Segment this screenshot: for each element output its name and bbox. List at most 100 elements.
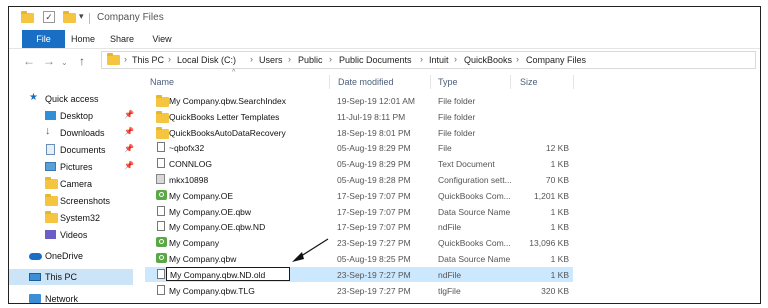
- sidebar-item-onedrive[interactable]: OneDrive: [9, 248, 133, 264]
- file-type: QuickBooks Com...: [438, 238, 511, 249]
- breadcrumb-company-files[interactable]: Company Files: [526, 55, 586, 65]
- chevron-right-icon: ›: [168, 54, 171, 64]
- navigation-bar: ← → ⌄ ↑ › This PC › Local Disk (C:) › Us…: [9, 51, 760, 71]
- documents-icon: [46, 144, 55, 155]
- file-type: Text Document: [438, 159, 495, 170]
- pin-icon[interactable]: 📌: [124, 161, 134, 170]
- tab-home[interactable]: Home: [65, 30, 101, 48]
- sidebar-item-label: Videos: [60, 230, 88, 240]
- breadcrumb-local-disk[interactable]: Local Disk (C:): [177, 55, 236, 65]
- tab-view[interactable]: View: [143, 30, 181, 48]
- file-size: 1 KB: [550, 159, 569, 170]
- up-arrow-icon[interactable]: ↑: [79, 54, 85, 68]
- file-date: 05-Aug-19 8:28 PM: [337, 175, 411, 185]
- breadcrumb-intuit[interactable]: Intuit: [429, 55, 449, 65]
- file-type: ndFile: [438, 222, 462, 233]
- folder-icon: [45, 177, 58, 189]
- column-header-type[interactable]: Type: [438, 77, 458, 87]
- pin-icon[interactable]: 📌: [124, 127, 134, 136]
- file-date: 11-Jul-19 8:11 PM: [337, 111, 406, 122]
- sidebar-item-label: Screenshots: [60, 196, 111, 206]
- column-header-size[interactable]: Size: [520, 77, 538, 87]
- column-divider[interactable]: [510, 75, 511, 89]
- file-date: 05-Aug-19 8:25 PM: [337, 254, 411, 264]
- sidebar-item-this-pc[interactable]: This PC: [9, 269, 133, 285]
- pin-icon[interactable]: 📌: [124, 110, 134, 119]
- file-type: Data Source Name: [438, 254, 511, 264]
- file-date: 23-Sep-19 7:27 PM: [337, 285, 411, 296]
- sidebar-item-quick-access[interactable]: ★ Quick access: [9, 91, 133, 107]
- folder-icon: [107, 53, 120, 67]
- file-date: 18-Sep-19 8:01 PM: [337, 127, 411, 138]
- file-date: 05-Aug-19 8:29 PM: [337, 159, 411, 170]
- file-size: 1 KB: [550, 206, 569, 217]
- tab-share[interactable]: Share: [101, 30, 143, 48]
- annotation-arrow: [292, 238, 329, 262]
- breadcrumb-public[interactable]: Public: [298, 55, 323, 65]
- folder-icon: [45, 194, 58, 206]
- download-icon: ↓: [45, 125, 51, 137]
- address-bar[interactable]: › This PC › Local Disk (C:) › Users › Pu…: [101, 51, 756, 69]
- sidebar-item-label: OneDrive: [45, 251, 84, 261]
- chevron-right-icon: ›: [454, 54, 457, 64]
- title-bar: ✓ ▾ Company Files: [9, 7, 760, 30]
- file-type: File folder: [438, 111, 476, 122]
- file-date: 17-Sep-19 7:07 PM: [337, 222, 411, 233]
- file-date: 19-Sep-19 12:01 AM: [337, 96, 415, 106]
- column-divider[interactable]: [573, 75, 574, 89]
- breadcrumb-users[interactable]: Users: [259, 55, 283, 65]
- column-divider[interactable]: [430, 75, 431, 89]
- chevron-down-icon[interactable]: ⌄: [61, 56, 68, 70]
- file-type: Configuration sett...: [438, 175, 512, 185]
- breadcrumb-this-pc[interactable]: This PC: [132, 55, 164, 65]
- file-type: File: [438, 143, 452, 154]
- sidebar-item-pictures[interactable]: Pictures 📌: [9, 159, 134, 175]
- folder-icon: [21, 11, 34, 25]
- sidebar-item-network[interactable]: Network: [9, 291, 133, 303]
- sidebar-item-label: Quick access: [45, 94, 99, 104]
- column-header-date[interactable]: Date modified: [338, 77, 394, 87]
- sidebar-item-label: Downloads: [60, 128, 105, 138]
- breadcrumb-public-documents[interactable]: Public Documents: [339, 55, 412, 65]
- sidebar-item-system32[interactable]: System32: [9, 210, 133, 226]
- file-date: 17-Sep-19 7:07 PM: [337, 206, 411, 217]
- file-date: 05-Aug-19 8:29 PM: [337, 143, 411, 154]
- sidebar-item-label: Documents: [60, 145, 106, 155]
- sidebar-item-label: This PC: [45, 272, 78, 282]
- file-type: ndFile: [438, 269, 462, 280]
- chevron-right-icon: ›: [250, 54, 253, 64]
- chevron-right-icon: ›: [516, 54, 519, 64]
- navigation-pane: ★ Quick access Desktop 📌 ↓ Downloads 📌 D…: [9, 71, 137, 303]
- tab-file[interactable]: File: [22, 30, 65, 48]
- file-size: 1,201 KB: [534, 190, 569, 201]
- sidebar-item-label: System32: [60, 213, 101, 223]
- file-date: 23-Sep-19 7:27 PM: [337, 238, 411, 249]
- file-type: File folder: [438, 96, 476, 106]
- properties-icon[interactable]: ✓: [43, 11, 55, 23]
- forward-arrow-icon[interactable]: →: [43, 54, 55, 68]
- file-size: 12 KB: [545, 143, 569, 154]
- sidebar-item-documents[interactable]: Documents 📌: [9, 142, 134, 158]
- chevron-right-icon: ›: [124, 54, 127, 64]
- ribbon: File Home Share View: [9, 30, 760, 49]
- file-explorer-window: ✓ ▾ Company Files File Home Share View ←…: [8, 6, 761, 304]
- pictures-icon: [45, 162, 56, 171]
- window-title: Company Files: [97, 12, 164, 23]
- chevron-down-icon[interactable]: ▾: [79, 11, 84, 22]
- back-arrow-icon[interactable]: ←: [23, 54, 35, 68]
- file-date: 17-Sep-19 7:07 PM: [337, 190, 411, 201]
- sidebar-item-desktop[interactable]: Desktop 📌: [9, 108, 134, 124]
- breadcrumb-quickbooks[interactable]: QuickBooks: [464, 55, 512, 65]
- file-type: QuickBooks Com...: [438, 190, 511, 201]
- file-size: 1 KB: [550, 254, 569, 264]
- sidebar-item-screenshots[interactable]: Screenshots: [9, 193, 133, 209]
- chevron-right-icon: ›: [329, 54, 332, 64]
- new-folder-icon[interactable]: [63, 11, 76, 25]
- folder-icon: [45, 211, 58, 223]
- sidebar-item-videos[interactable]: Videos: [9, 227, 133, 243]
- chevron-right-icon: ›: [420, 54, 423, 64]
- sidebar-item-label: Camera: [60, 179, 93, 189]
- pin-icon[interactable]: 📌: [124, 144, 134, 153]
- sidebar-item-camera[interactable]: Camera: [9, 176, 133, 192]
- sidebar-item-downloads[interactable]: ↓ Downloads 📌: [9, 125, 134, 141]
